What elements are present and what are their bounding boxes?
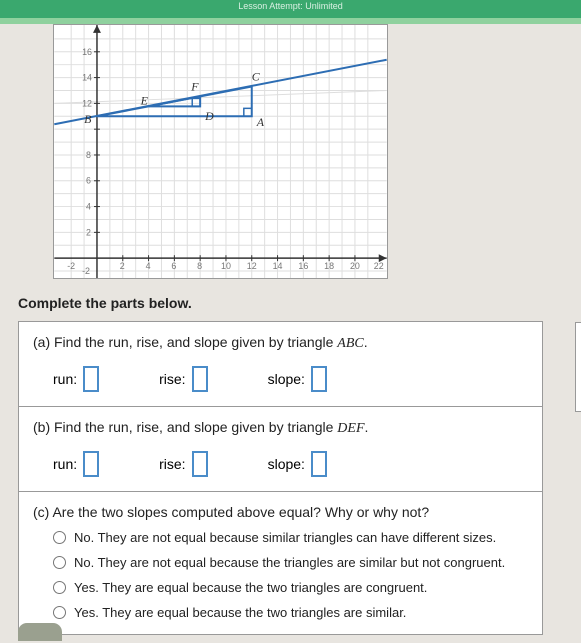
svg-text:8: 8 <box>197 261 202 271</box>
radio-4[interactable] <box>53 606 66 619</box>
label-C: C <box>252 70 261 84</box>
svg-text:22: 22 <box>374 261 384 271</box>
label-B: B <box>84 112 91 126</box>
svg-text:12: 12 <box>247 261 257 271</box>
svg-text:2: 2 <box>86 227 91 237</box>
slope-input-b[interactable] <box>311 451 327 477</box>
option-4[interactable]: Yes. They are equal because the two tria… <box>33 605 528 620</box>
svg-text:4: 4 <box>86 202 91 212</box>
option-1[interactable]: No. They are not equal because similar t… <box>33 530 528 545</box>
slope-input-a[interactable] <box>311 366 327 392</box>
svg-text:2: 2 <box>120 261 125 271</box>
svg-text:16: 16 <box>82 47 92 57</box>
svg-text:16: 16 <box>298 261 308 271</box>
svg-text:10: 10 <box>221 261 231 271</box>
slope-label-b: slope: <box>268 456 305 472</box>
part-b: (b) Find the run, rise, and slope given … <box>19 407 542 492</box>
run-label-b: run: <box>53 456 77 472</box>
radio-3[interactable] <box>53 581 66 594</box>
rise-input-a[interactable] <box>192 366 208 392</box>
svg-text:18: 18 <box>324 261 334 271</box>
option-2[interactable]: No. They are not equal because the trian… <box>33 555 528 570</box>
svg-text:12: 12 <box>82 98 92 108</box>
label-E: E <box>140 93 149 107</box>
svg-text:-2: -2 <box>67 261 75 271</box>
question-box: (a) Find the run, rise, and slope given … <box>18 321 543 635</box>
slope-label-a: slope: <box>268 371 305 387</box>
label-A: A <box>256 115 265 129</box>
run-input-b[interactable] <box>83 451 99 477</box>
top-banner-text: Lesson Attempt: Unlimited <box>238 1 343 11</box>
radio-2[interactable] <box>53 556 66 569</box>
option-3[interactable]: Yes. They are equal because the two tria… <box>33 580 528 595</box>
run-label-a: run: <box>53 371 77 387</box>
side-panel-edge <box>575 322 581 412</box>
svg-text:8: 8 <box>86 150 91 160</box>
svg-text:14: 14 <box>273 261 283 271</box>
radio-1[interactable] <box>53 531 66 544</box>
label-D: D <box>204 109 214 123</box>
rise-input-b[interactable] <box>192 451 208 477</box>
run-input-a[interactable] <box>83 366 99 392</box>
part-c-prompt: (c) Are the two slopes computed above eq… <box>33 504 528 520</box>
svg-text:6: 6 <box>171 261 176 271</box>
part-a: (a) Find the run, rise, and slope given … <box>19 322 542 407</box>
label-F: F <box>190 79 199 93</box>
svg-text:-2: -2 <box>82 266 90 276</box>
part-a-prompt: (a) Find the run, rise, and slope given … <box>33 334 528 352</box>
rise-label-b: rise: <box>159 456 185 472</box>
svg-text:6: 6 <box>86 176 91 186</box>
rise-label-a: rise: <box>159 371 185 387</box>
top-banner: Lesson Attempt: Unlimited <box>0 0 581 18</box>
svg-text:20: 20 <box>350 261 360 271</box>
svg-text:14: 14 <box>82 73 92 83</box>
instruction-text: Complete the parts below. <box>18 295 563 311</box>
part-b-prompt: (b) Find the run, rise, and slope given … <box>33 419 528 437</box>
coordinate-graph: 16 14 12 8 6 4 2 -2 -2 2 4 6 8 10 12 14 … <box>54 25 387 278</box>
part-c: (c) Are the two slopes computed above eq… <box>19 492 542 634</box>
footer-pill[interactable] <box>18 623 62 641</box>
graph-panel: 16 14 12 8 6 4 2 -2 -2 2 4 6 8 10 12 14 … <box>53 24 388 279</box>
svg-text:4: 4 <box>146 261 151 271</box>
